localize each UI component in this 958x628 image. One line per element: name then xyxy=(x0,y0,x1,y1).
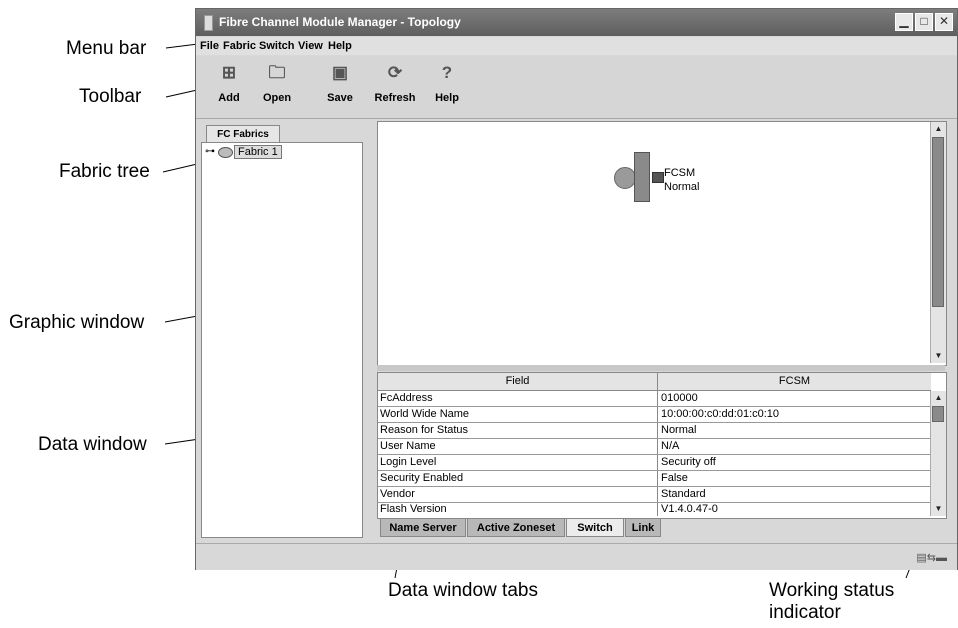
cell-field: Vendor xyxy=(380,488,415,500)
menu-fabric[interactable]: Fabric xyxy=(223,40,256,52)
cell-field: Flash Version xyxy=(380,503,447,515)
switch-status: Normal xyxy=(664,181,700,193)
table-row[interactable]: FcAddress 010000 xyxy=(378,391,931,407)
column-header-field[interactable]: Field xyxy=(378,375,657,387)
table-row[interactable]: User Name N/A xyxy=(378,439,931,455)
table-row[interactable]: Security Enabled False xyxy=(378,471,931,487)
menu-help[interactable]: Help xyxy=(328,40,352,52)
help-button-label: Help xyxy=(435,92,459,104)
minimize-button[interactable]: ▁ xyxy=(895,13,913,31)
app-window: Fibre Channel Module Manager - Topology … xyxy=(195,8,958,570)
tree-item-fabric-1[interactable]: Fabric 1 xyxy=(234,145,282,159)
working-status-icon: ▤⇆▬ xyxy=(916,552,947,564)
switch-name: FCSM xyxy=(664,167,696,179)
cell-value: Security off xyxy=(661,456,716,468)
refresh-icon: ⟳ xyxy=(387,63,403,82)
open-button[interactable]: 🗀 Open xyxy=(252,62,302,104)
table-row[interactable]: Reason for Status Normal xyxy=(378,423,931,439)
table-scroll-down-arrow-icon[interactable]: ▼ xyxy=(931,502,946,516)
scroll-thumb[interactable] xyxy=(932,137,944,307)
tab-fc-fabrics[interactable]: FC Fabrics xyxy=(206,125,280,143)
data-window: Field FCSM FcAddress 010000 World Wide N… xyxy=(377,372,947,519)
floppy-disk-icon: ▣ xyxy=(331,63,349,82)
cell-field: Login Level xyxy=(380,456,437,468)
column-header-fcsm[interactable]: FCSM xyxy=(658,375,931,387)
switch-port-icon xyxy=(652,172,664,183)
menu-view[interactable]: View xyxy=(298,40,323,52)
cell-value: False xyxy=(661,472,688,484)
callout-working-status-2: indicator xyxy=(769,602,841,623)
toolbar: ⊞ Add 🗀 Open ▣ Save ⟳ Refresh ? Help xyxy=(196,56,957,119)
refresh-button[interactable]: ⟳ Refresh xyxy=(370,62,420,104)
graphic-scrollbar[interactable]: ▲ ▼ xyxy=(930,122,946,363)
callout-menu-bar: Menu bar xyxy=(66,38,147,59)
maximize-button[interactable]: □ xyxy=(915,13,933,31)
cell-value: Standard xyxy=(661,488,706,500)
help-button[interactable]: ? Help xyxy=(422,62,472,104)
callout-fabric-tree: Fabric tree xyxy=(59,161,150,182)
cell-value: V1.4.0.47-0 xyxy=(661,503,718,515)
add-button[interactable]: ⊞ Add xyxy=(204,62,254,104)
callout-toolbar: Toolbar xyxy=(79,86,142,107)
callout-data-window: Data window xyxy=(38,434,147,455)
menu-bar: File Fabric Switch View Help xyxy=(196,37,957,55)
table-row[interactable]: Vendor Standard xyxy=(378,487,931,503)
scroll-up-arrow-icon[interactable]: ▲ xyxy=(931,122,946,136)
save-button-label: Save xyxy=(327,92,353,104)
table-header: Field FCSM xyxy=(378,373,931,391)
tree-expand-handle-icon[interactable]: ⊶ xyxy=(205,146,215,157)
pane-splitter[interactable] xyxy=(377,365,945,371)
open-folder-icon: 🗀 xyxy=(268,63,286,82)
table-scrollbar[interactable]: ▲ ▼ xyxy=(930,391,946,516)
cell-value: N/A xyxy=(661,440,680,452)
save-button[interactable]: ▣ Save xyxy=(315,62,365,104)
table-scroll-up-arrow-icon[interactable]: ▲ xyxy=(931,391,946,405)
menu-switch[interactable]: Switch xyxy=(259,40,294,52)
callout-data-window-tabs: Data window tabs xyxy=(388,580,538,601)
fabric-icon xyxy=(218,147,233,158)
close-button[interactable]: ✕ xyxy=(935,13,953,31)
fabric-tree-panel: FC Fabrics ⊶ Fabric 1 xyxy=(200,121,366,539)
graphic-window[interactable]: FCSM Normal ▲ ▼ xyxy=(377,121,947,366)
cell-value: 010000 xyxy=(661,392,698,404)
cell-field: FcAddress xyxy=(380,392,433,404)
cell-field: Reason for Status xyxy=(380,424,469,436)
table-row[interactable]: Flash Version V1.4.0.47-0 xyxy=(378,503,931,516)
table-scroll-thumb[interactable] xyxy=(932,406,944,422)
cell-value: 10:00:00:c0:dd:01:c0:10 xyxy=(661,408,780,420)
menu-file[interactable]: File xyxy=(200,40,219,52)
app-icon xyxy=(204,15,213,31)
add-icon: ⊞ xyxy=(221,63,237,82)
tab-active-zoneset[interactable]: Active Zoneset xyxy=(467,518,565,537)
title-bar[interactable]: Fibre Channel Module Manager - Topology … xyxy=(196,9,957,36)
refresh-button-label: Refresh xyxy=(374,92,416,104)
cell-field: Security Enabled xyxy=(380,472,464,484)
switch-connector-icon xyxy=(614,167,636,189)
add-button-label: Add xyxy=(218,92,240,104)
scroll-down-arrow-icon[interactable]: ▼ xyxy=(931,349,946,363)
table-row[interactable]: Login Level Security off xyxy=(378,455,931,471)
fabric-tree[interactable]: ⊶ Fabric 1 xyxy=(201,142,363,538)
cell-field: World Wide Name xyxy=(380,408,470,420)
table-row[interactable]: World Wide Name 10:00:00:c0:dd:01:c0:10 xyxy=(378,407,931,423)
tab-name-server[interactable]: Name Server xyxy=(380,518,466,537)
callout-working-status-1: Working status xyxy=(769,580,895,601)
tab-switch[interactable]: Switch xyxy=(566,518,624,537)
cell-value: Normal xyxy=(661,424,697,436)
switch-label[interactable]: FCSM Normal xyxy=(664,166,699,194)
window-title: Fibre Channel Module Manager - Topology xyxy=(219,15,461,29)
tab-link[interactable]: Link xyxy=(625,518,661,537)
callout-graphic-window: Graphic window xyxy=(9,312,145,333)
cell-field: User Name xyxy=(380,440,436,452)
help-icon: ? xyxy=(441,63,453,82)
open-button-label: Open xyxy=(262,92,292,104)
status-bar: ▤⇆▬ xyxy=(196,543,957,570)
switch-icon[interactable] xyxy=(634,152,650,202)
